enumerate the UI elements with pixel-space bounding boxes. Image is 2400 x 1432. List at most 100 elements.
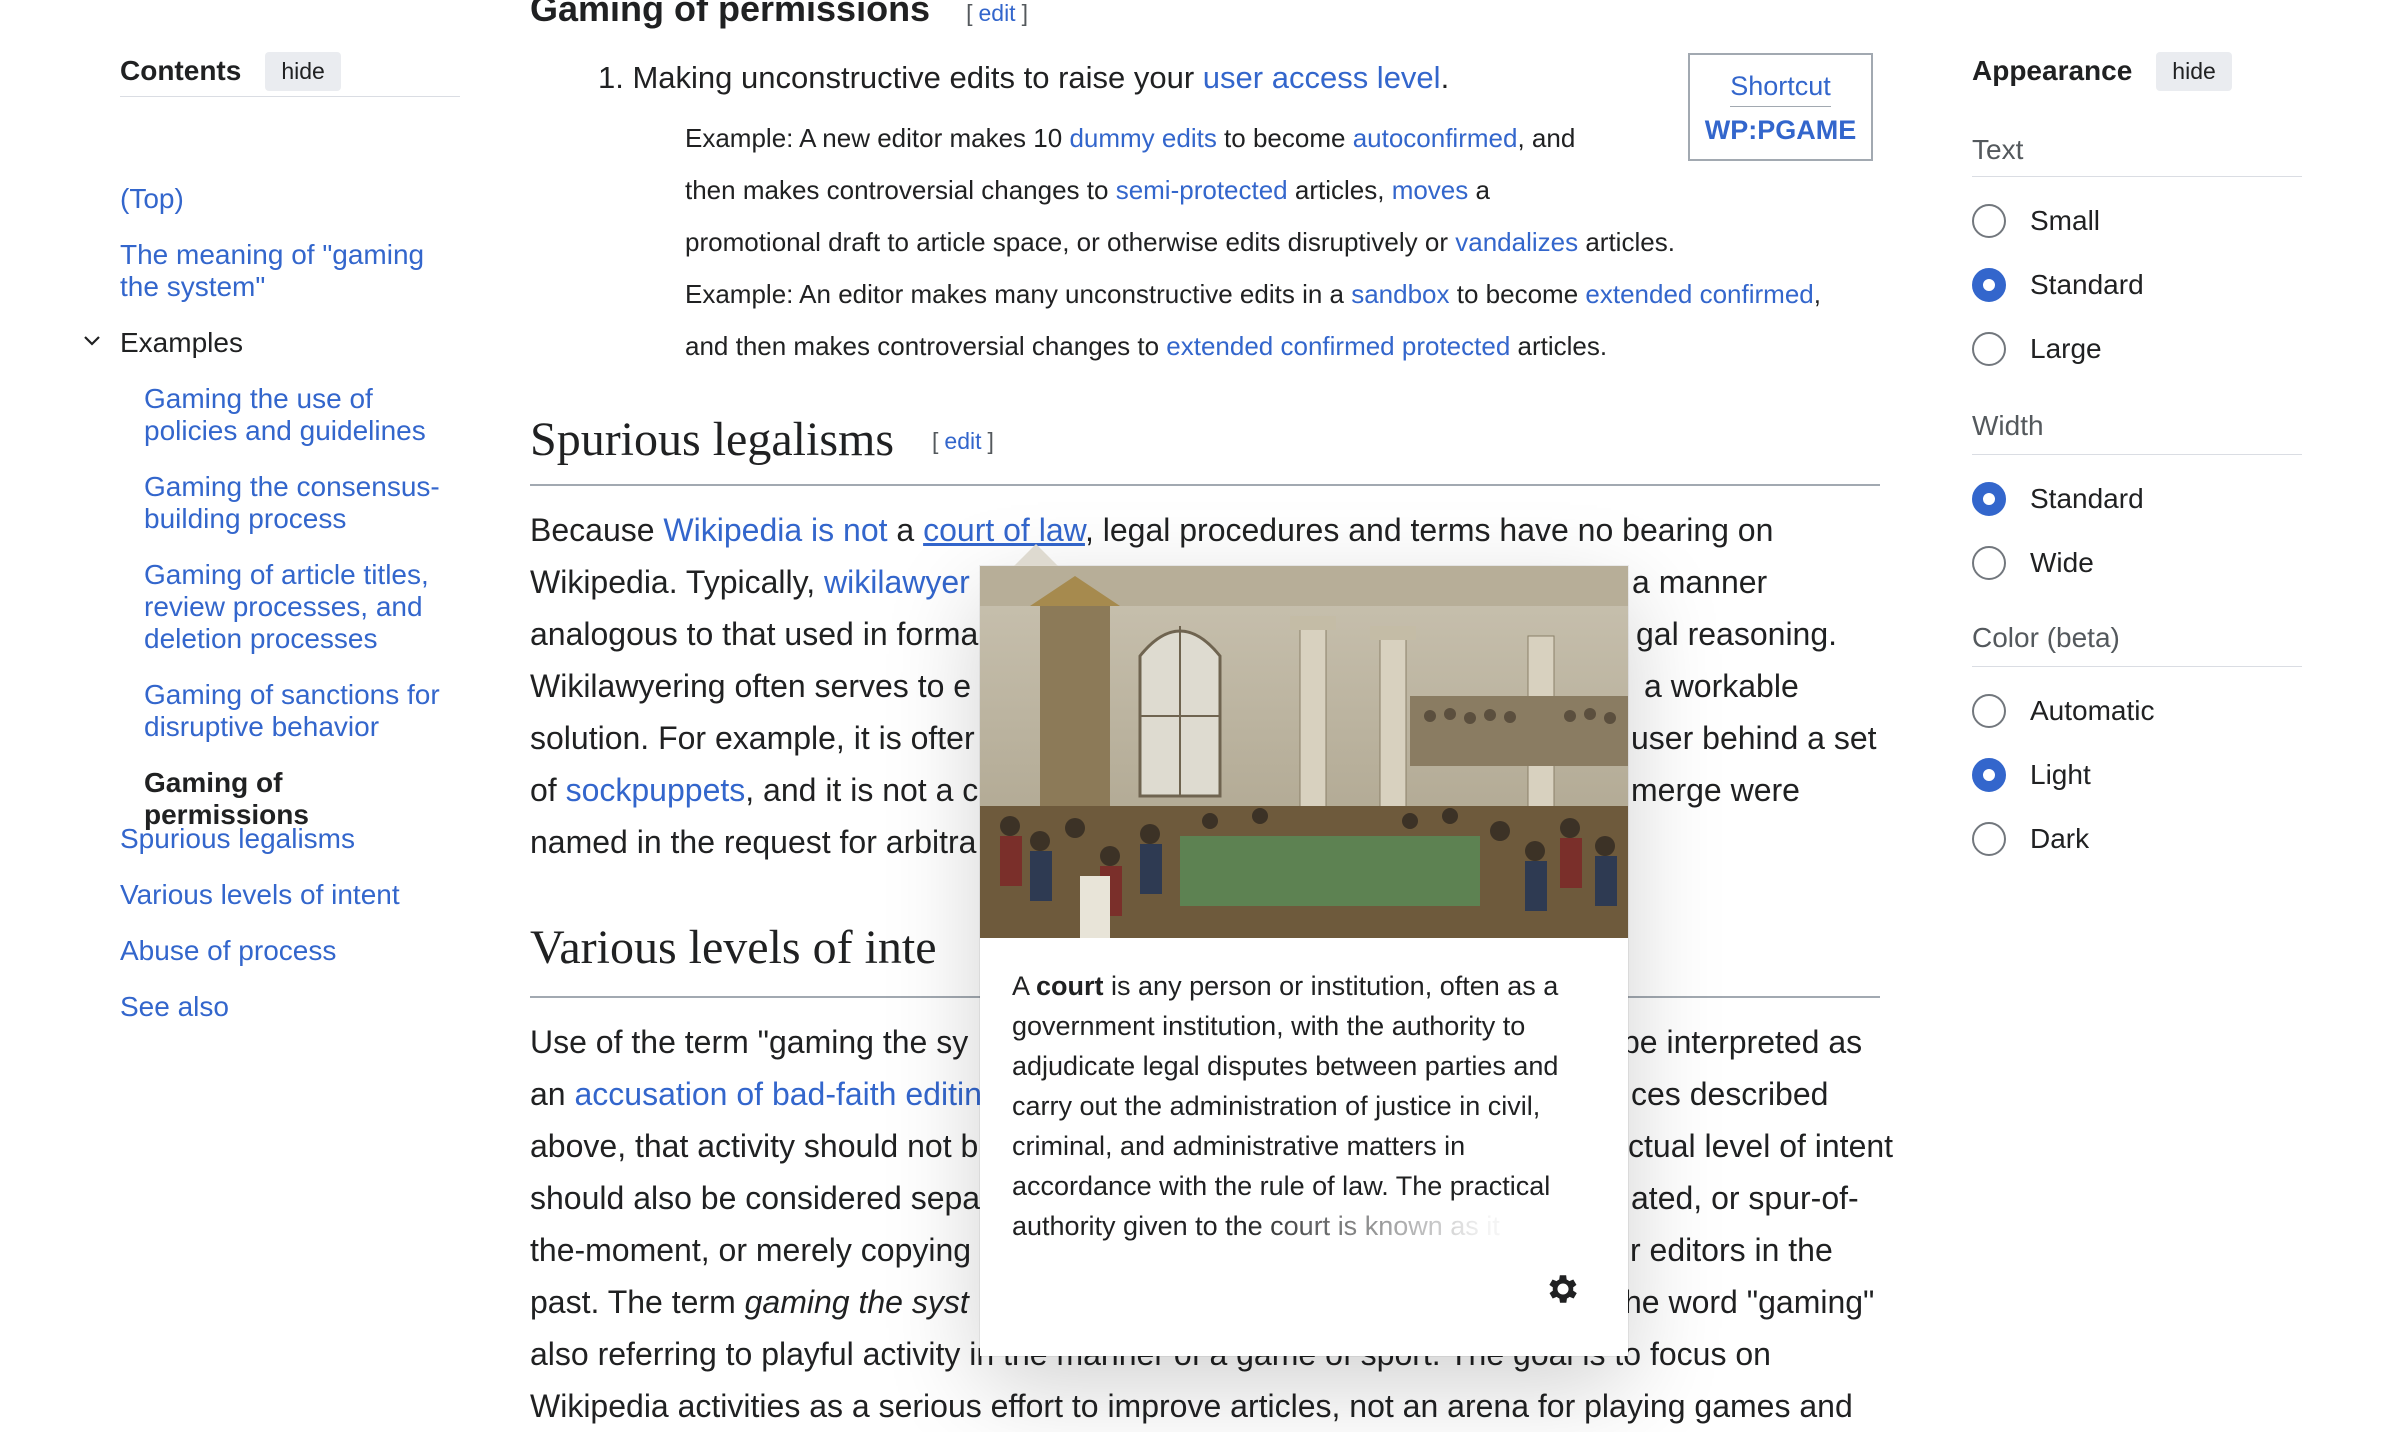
text-italic: gaming the syst bbox=[744, 1284, 969, 1320]
link-semi-protected[interactable]: semi-protected bbox=[1116, 175, 1288, 205]
link-sockpuppets[interactable]: sockpuppets bbox=[566, 772, 746, 808]
toc-item-levels-of-intent[interactable]: Various levels of intent bbox=[120, 879, 400, 911]
para-line: Wikipedia activities as a serious effort… bbox=[530, 1380, 1880, 1432]
heading-rule bbox=[530, 484, 1880, 486]
text: and then makes controversial changes to bbox=[685, 331, 1167, 361]
para-line: Because Wikipedia is not a court of law,… bbox=[530, 504, 1880, 556]
toc-item-examples[interactable]: Examples bbox=[84, 327, 243, 359]
example-line: and then makes controversial changes to … bbox=[685, 320, 1607, 372]
link-user-access-level[interactable]: user access level bbox=[1203, 60, 1441, 95]
radio-width-standard[interactable]: Standard bbox=[1972, 482, 2144, 516]
gear-icon[interactable] bbox=[1544, 1270, 1582, 1308]
text: Example: An editor makes many unconstruc… bbox=[685, 279, 1352, 309]
text: , and bbox=[1517, 123, 1576, 153]
edit-link[interactable]: edit bbox=[944, 428, 981, 454]
text: merge were bbox=[1631, 772, 1800, 808]
toc-item-abuse-of-process[interactable]: Abuse of process bbox=[120, 935, 336, 967]
link-wikipedia-is-not[interactable]: Wikipedia is not bbox=[663, 512, 887, 548]
text: a bbox=[887, 512, 924, 548]
heading-gaming-of-permissions: Gaming of permissions [edit] bbox=[530, 0, 1028, 30]
link-dummy-edits[interactable]: dummy edits bbox=[1069, 123, 1216, 153]
text: be interpreted as bbox=[1622, 1024, 1863, 1060]
toc-item-top[interactable]: (Top) bbox=[120, 183, 184, 215]
example-line: Example: A new editor makes 10 dummy edi… bbox=[685, 112, 1575, 164]
list-item: 1. Making unconstructive edits to raise … bbox=[598, 56, 1449, 100]
radio-circle[interactable] bbox=[1972, 546, 2006, 580]
link-extended-confirmed[interactable]: extended confirmed bbox=[1585, 279, 1813, 309]
radio-label: Automatic bbox=[2030, 695, 2155, 726]
radio-color-dark[interactable]: Dark bbox=[1972, 822, 2089, 856]
shortcut-code[interactable]: WP:PGAME bbox=[1690, 115, 1871, 146]
radio-label: Small bbox=[2030, 205, 2101, 236]
toc-item-gaming-consensus[interactable]: Gaming the consensus-building process bbox=[144, 471, 454, 535]
link-wikilawyer[interactable]: wikilawyer bbox=[824, 564, 970, 600]
table-of-contents: Contents hide (Top) The meaning of "gami… bbox=[84, 46, 460, 1097]
toc-item-spurious-legalisms[interactable]: Spurious legalisms bbox=[120, 823, 355, 855]
text: named in the request for arbitra bbox=[530, 824, 977, 860]
radio-text-small[interactable]: Small bbox=[1972, 204, 2100, 238]
link-preview-popup[interactable]: A court is any person or institution, of… bbox=[980, 544, 1628, 1356]
section-rule bbox=[1972, 454, 2302, 455]
width-label: Width bbox=[1972, 410, 2044, 441]
radio-circle-selected[interactable] bbox=[1972, 482, 2006, 516]
section-rule bbox=[1972, 176, 2302, 177]
appearance-hide-button[interactable]: hide bbox=[2156, 51, 2232, 91]
link-extended-confirmed-protected[interactable]: extended confirmed protected bbox=[1166, 331, 1510, 361]
text: then makes controversial changes to bbox=[685, 175, 1116, 205]
toc-list: (Top) The meaning of "gaming the system"… bbox=[84, 97, 460, 1097]
radio-width-wide[interactable]: Wide bbox=[1972, 546, 2094, 580]
link-court-of-law[interactable]: court of law bbox=[923, 512, 1085, 548]
color-label: Color (beta) bbox=[1972, 622, 2120, 653]
text: should also be considered sepa bbox=[530, 1180, 981, 1216]
heading-spurious-legalisms: Spurious legalisms [edit] bbox=[530, 412, 994, 467]
courtroom-image[interactable] bbox=[980, 566, 1628, 938]
text: user behind a set bbox=[1631, 720, 1877, 756]
text: analogous to that used in forma bbox=[530, 616, 979, 652]
radio-circle[interactable] bbox=[1972, 332, 2006, 366]
toc-item-gaming-sanctions[interactable]: Gaming of sanctions for disruptive behav… bbox=[144, 679, 454, 743]
radio-circle[interactable] bbox=[1972, 822, 2006, 856]
radio-text-large[interactable]: Large bbox=[1972, 332, 2102, 366]
text: is any person or institution, often as a… bbox=[1012, 971, 1559, 1241]
link-accusation-bad-faith[interactable]: accusation of bad-faith editin bbox=[574, 1076, 981, 1112]
text: an bbox=[530, 1076, 575, 1112]
appearance-title: Appearance bbox=[1972, 55, 2133, 86]
extract-fade bbox=[980, 1206, 1628, 1266]
toc-item-gaming-permissions[interactable]: Gaming of permissions bbox=[144, 767, 454, 831]
list-item-text-end: . bbox=[1440, 60, 1450, 95]
radio-label: Wide bbox=[2030, 547, 2094, 578]
radio-text-standard[interactable]: Standard bbox=[1972, 268, 2144, 302]
radio-label: Standard bbox=[2030, 269, 2144, 300]
text: he word "gaming" bbox=[1624, 1284, 1875, 1320]
chevron-down-icon[interactable] bbox=[82, 331, 102, 351]
toc-item-meaning[interactable]: The meaning of "gaming the system" bbox=[120, 239, 440, 303]
text: articles. bbox=[1510, 331, 1608, 361]
text: above, that activity should not b bbox=[530, 1128, 979, 1164]
radio-label: Large bbox=[2030, 333, 2102, 364]
radio-circle-selected[interactable] bbox=[1972, 268, 2006, 302]
toc-item-gaming-titles[interactable]: Gaming of article titles, review process… bbox=[144, 559, 454, 655]
toc-item-see-also[interactable]: See also bbox=[120, 991, 229, 1023]
link-vandalizes[interactable]: vandalizes bbox=[1455, 227, 1578, 257]
text: articles, bbox=[1287, 175, 1392, 205]
shortcut-label[interactable]: Shortcut bbox=[1730, 71, 1831, 107]
text: a manner bbox=[1632, 564, 1768, 600]
radio-circle-selected[interactable] bbox=[1972, 758, 2006, 792]
link-moves[interactable]: moves bbox=[1392, 175, 1469, 205]
edit-section-link: [edit] bbox=[932, 428, 994, 454]
text: A bbox=[1012, 971, 1037, 1001]
radio-color-automatic[interactable]: Automatic bbox=[1972, 694, 2155, 728]
toc-item-gaming-policies[interactable]: Gaming the use of policies and guideline… bbox=[144, 383, 454, 447]
radio-circle[interactable] bbox=[1972, 204, 2006, 238]
radio-color-light[interactable]: Light bbox=[1972, 758, 2091, 792]
radio-circle[interactable] bbox=[1972, 694, 2006, 728]
toc-header: Contents hide bbox=[120, 46, 460, 97]
link-autoconfirmed[interactable]: autoconfirmed bbox=[1353, 123, 1518, 153]
radio-label: Standard bbox=[2030, 483, 2144, 514]
text: Example: A new editor makes 10 bbox=[685, 123, 1070, 153]
text: Because bbox=[530, 512, 664, 548]
edit-link[interactable]: edit bbox=[978, 0, 1015, 26]
popup-extract[interactable]: A court is any person or institution, of… bbox=[1012, 966, 1596, 1246]
toc-hide-button[interactable]: hide bbox=[265, 51, 341, 91]
link-sandbox[interactable]: sandbox bbox=[1351, 279, 1449, 309]
